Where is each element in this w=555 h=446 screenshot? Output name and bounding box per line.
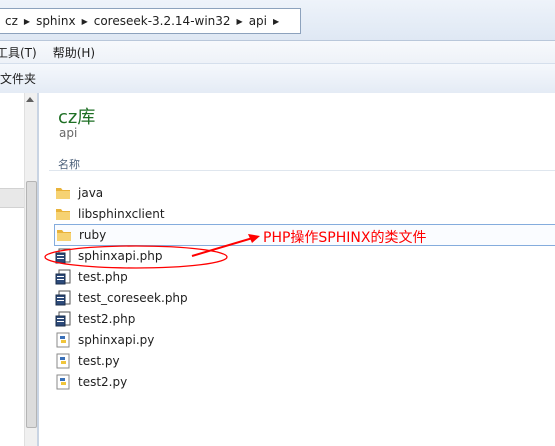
list-item[interactable]: test2.py [55, 372, 535, 392]
scroll-up-icon[interactable] [26, 97, 34, 102]
list-item[interactable]: test2.php [55, 309, 535, 329]
navigation-pane [0, 93, 37, 446]
file-name: java [78, 186, 104, 200]
folder-icon [56, 188, 70, 199]
file-name: sphinxapi.py [78, 333, 155, 347]
chevron-right-icon[interactable]: ▶ [81, 17, 89, 26]
python-file-icon [56, 353, 70, 369]
annotation-label: PHP操作SPHINX的类文件 [263, 230, 427, 246]
command-toolbar: 文件夹 [0, 63, 555, 94]
list-item[interactable]: java [55, 183, 535, 203]
menu-tools[interactable]: 工具(T) [0, 44, 43, 61]
file-name: test2.py [78, 375, 128, 389]
nav-selected-item[interactable] [0, 188, 25, 208]
file-list-pane: cz库 api 名称 java libsphinxclient ruby sph… [39, 93, 555, 446]
menu-help[interactable]: 帮助(H) [53, 44, 101, 61]
file-name: ruby [79, 228, 107, 242]
folder-icon [57, 230, 71, 241]
column-divider [49, 170, 555, 171]
library-subtitle: api [59, 126, 78, 140]
list-item[interactable]: test.py [55, 351, 535, 371]
file-name: test.php [78, 270, 128, 284]
new-folder-button[interactable]: 文件夹 [0, 70, 36, 87]
menu-bar: 工具(T) 帮助(H) [0, 41, 555, 63]
nav-scrollbar[interactable] [24, 93, 37, 446]
file-name: sphinxapi.php [78, 249, 163, 263]
php-file-icon [55, 248, 71, 264]
address-bar[interactable]: cz ▶ sphinx ▶ coreseek-3.2.14-win32 ▶ ap… [0, 8, 301, 34]
address-bar-area: cz ▶ sphinx ▶ coreseek-3.2.14-win32 ▶ ap… [0, 0, 555, 41]
file-name: libsphinxclient [78, 207, 165, 221]
scrollbar-thumb[interactable] [26, 181, 37, 428]
folder-icon [56, 209, 70, 220]
breadcrumb-api[interactable]: api [244, 14, 272, 28]
file-name: test.py [78, 354, 120, 368]
breadcrumb-sphinx[interactable]: sphinx [31, 14, 81, 28]
list-item[interactable]: test_coreseek.php [55, 288, 535, 308]
file-name: test_coreseek.php [78, 291, 188, 305]
list-item[interactable]: test.php [55, 267, 535, 287]
php-file-icon [55, 269, 71, 285]
chevron-right-icon[interactable]: ▶ [236, 17, 244, 26]
php-file-icon [55, 290, 71, 306]
python-file-icon [56, 374, 70, 390]
list-item[interactable]: sphinxapi.py [55, 330, 535, 350]
list-item[interactable]: libsphinxclient [55, 204, 535, 224]
file-name: test2.php [78, 312, 136, 326]
chevron-right-icon[interactable]: ▶ [23, 17, 31, 26]
python-file-icon [56, 332, 70, 348]
list-item[interactable]: sphinxapi.php [55, 246, 535, 266]
chevron-right-icon[interactable]: ▶ [272, 17, 280, 26]
php-file-icon [55, 311, 71, 327]
breadcrumb-cz[interactable]: cz [0, 14, 23, 28]
breadcrumb-coreseek[interactable]: coreseek-3.2.14-win32 [89, 14, 236, 28]
